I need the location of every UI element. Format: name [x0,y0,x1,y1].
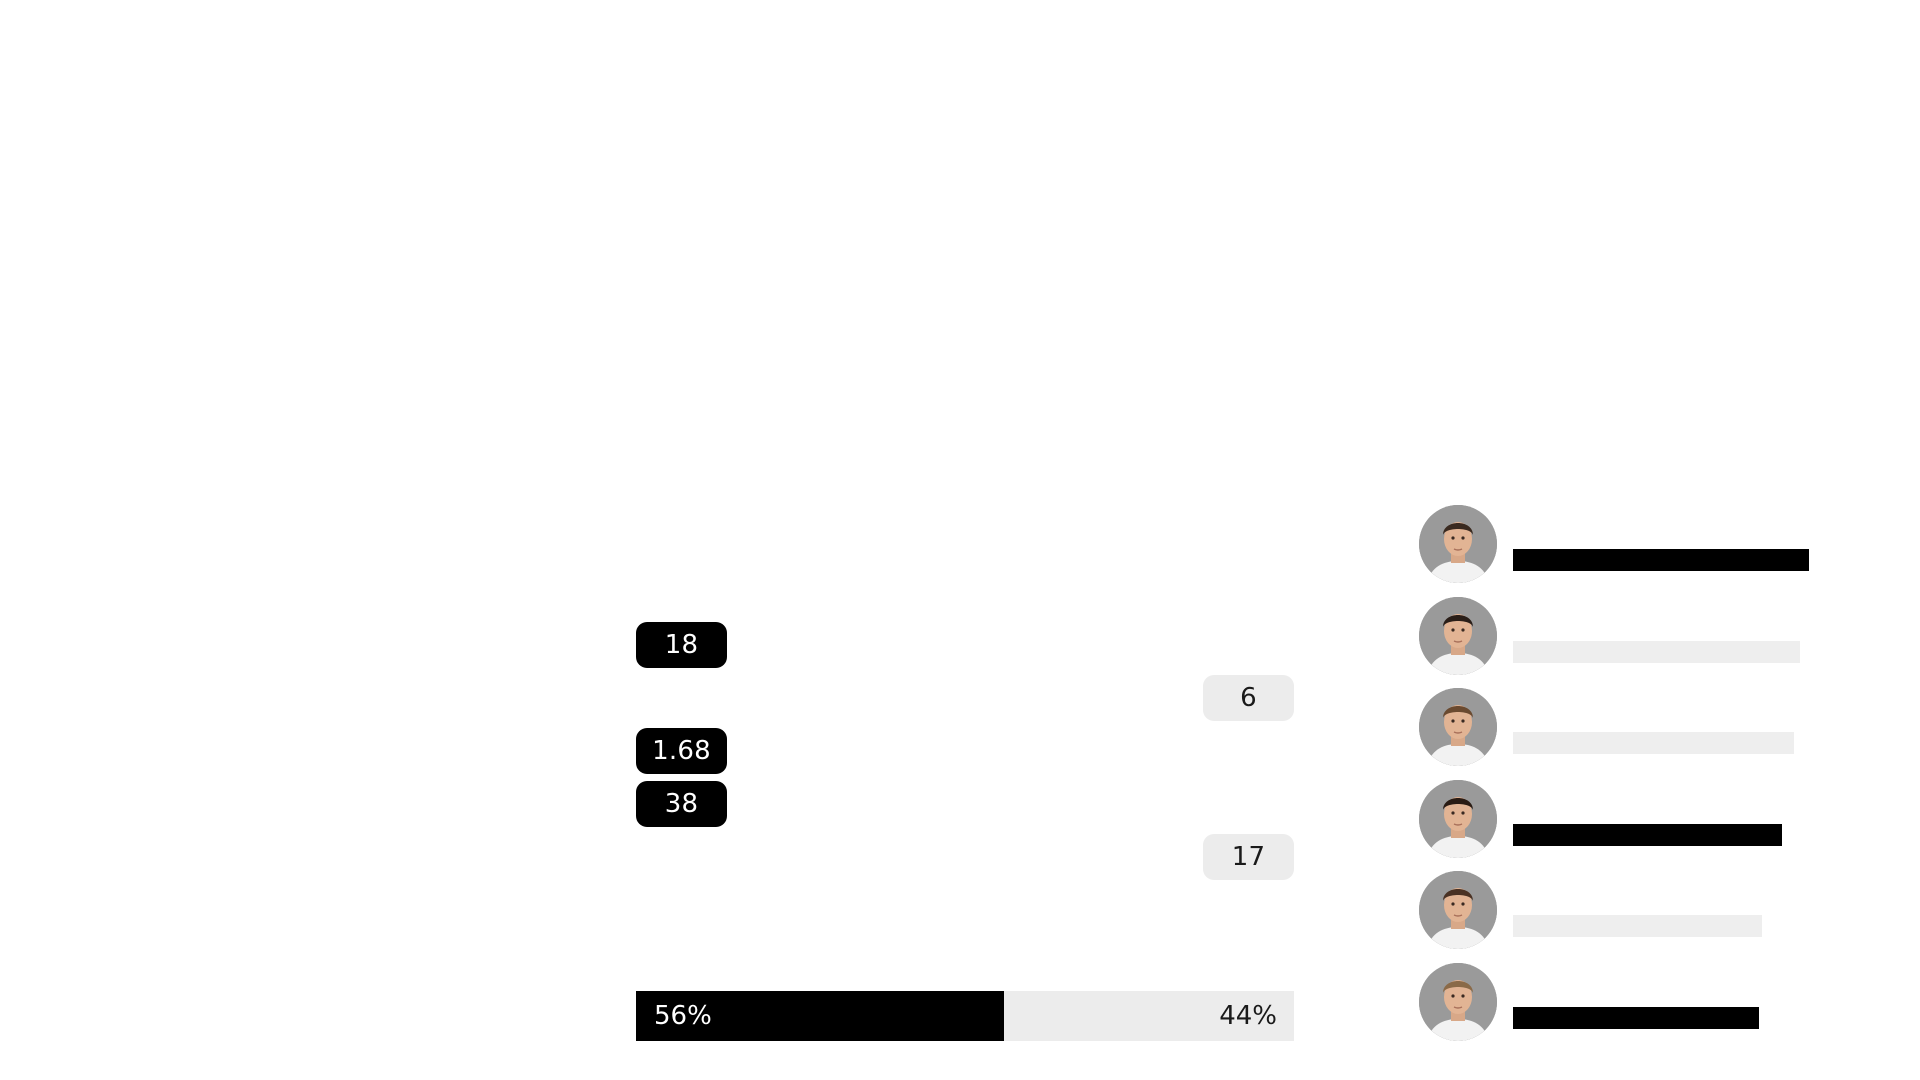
player-row [1419,505,1839,583]
player-stat-bar [1513,1007,1759,1029]
player-portrait-icon [1419,871,1497,949]
player-stat-bar [1513,824,1782,846]
stat-pill-home: 18 [636,622,727,668]
player-row [1419,688,1839,766]
player-stat-bar [1513,549,1809,571]
possession-bar: 56% 44% [636,991,1294,1041]
player-row [1419,871,1839,949]
player-row [1419,780,1839,858]
player-portrait-icon [1419,688,1497,766]
stat-pill-home: 1.68 [636,728,727,774]
stats-panel: 18 6 1.68 38 17 56% 44% [0,0,1920,1080]
possession-home-segment: 56% [636,991,1004,1041]
player-portrait-icon [1419,780,1497,858]
possession-away-label: 44% [1219,1001,1277,1031]
player-stat-bar [1513,732,1794,754]
stat-pill-away: 17 [1203,834,1294,880]
player-stat-bar [1513,641,1800,663]
player-stat-bar [1513,915,1762,937]
player-row [1419,597,1839,675]
player-row [1419,963,1839,1041]
possession-home-label: 56% [654,1001,712,1031]
stat-pill-away: 6 [1203,675,1294,721]
stat-pill-home: 38 [636,781,727,827]
player-portrait-icon [1419,505,1497,583]
possession-away-segment: 44% [1004,991,1294,1041]
player-portrait-icon [1419,963,1497,1041]
player-portrait-icon [1419,597,1497,675]
